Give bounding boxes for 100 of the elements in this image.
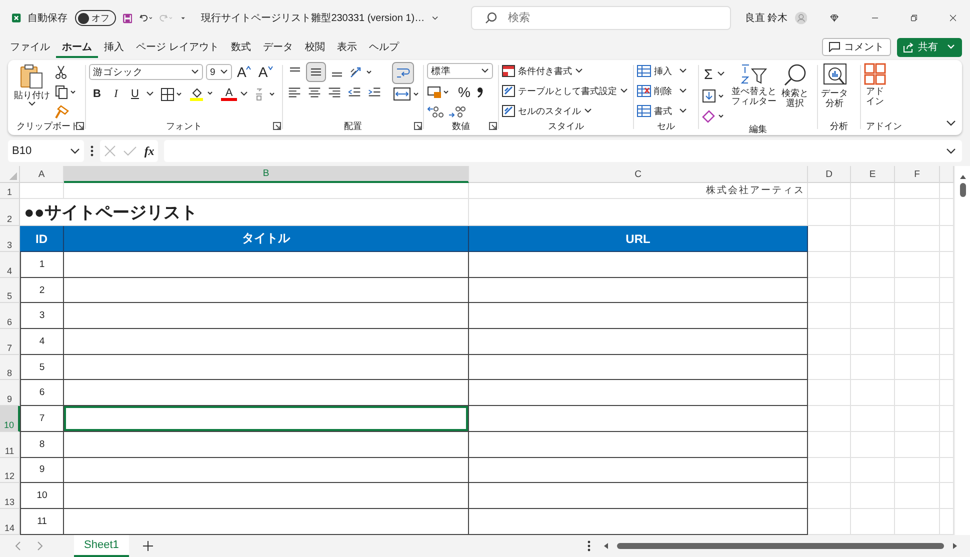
ribbon-tab[interactable]: ホーム xyxy=(56,36,98,58)
italic-button[interactable]: I xyxy=(108,85,124,103)
font-color-button[interactable]: A xyxy=(221,87,237,101)
scroll-right-icon[interactable] xyxy=(952,542,958,550)
row-header[interactable]: 13 xyxy=(0,483,20,509)
column-header[interactable]: B xyxy=(64,166,469,183)
style-menu-button[interactable]: テーブルとして書式設定 xyxy=(502,83,630,99)
table-cell[interactable] xyxy=(64,458,469,484)
cells-menu-button[interactable]: 挿入 xyxy=(637,63,695,79)
caret-icon[interactable] xyxy=(146,91,154,97)
more-options-icon[interactable] xyxy=(587,540,591,552)
style-menu-button[interactable]: 条件付き書式 xyxy=(502,63,630,79)
row-header[interactable]: 5 xyxy=(0,278,20,304)
dialog-launcher-icon[interactable] xyxy=(273,122,281,130)
ribbon-tab[interactable]: ヘルプ xyxy=(362,36,405,58)
search-field[interactable]: 検索 xyxy=(470,6,731,30)
row-header[interactable]: 2 xyxy=(0,199,20,226)
share-button[interactable]: 共有 xyxy=(897,38,962,56)
row-header[interactable]: 1 xyxy=(0,183,20,199)
ribbon-tab[interactable]: 表示 xyxy=(330,36,363,58)
table-cell[interactable] xyxy=(64,329,469,355)
font-name-select[interactable]: 游ゴシック xyxy=(89,64,203,80)
fill-down-icon[interactable] xyxy=(702,89,726,103)
more-options-icon[interactable] xyxy=(90,145,94,157)
decrease-indent-icon[interactable] xyxy=(346,85,363,99)
fill-color-icon[interactable] xyxy=(190,87,214,101)
column-header[interactable]: E xyxy=(851,166,895,183)
increase-indent-icon[interactable] xyxy=(366,85,383,99)
comment-button[interactable]: コメント xyxy=(822,38,891,56)
align-right-icon[interactable] xyxy=(326,85,343,99)
column-header[interactable]: D xyxy=(808,166,851,183)
table-cell[interactable] xyxy=(64,406,469,432)
table-cell[interactable] xyxy=(64,380,469,406)
percent-button[interactable]: % xyxy=(456,83,472,101)
decrease-decimal-icon[interactable] xyxy=(448,105,466,119)
ribbon-tab[interactable]: 数式 xyxy=(224,36,257,58)
table-cell[interactable] xyxy=(64,303,469,330)
expand-icon[interactable] xyxy=(946,147,956,155)
cut-icon[interactable] xyxy=(55,65,67,79)
column-header[interactable]: A xyxy=(20,166,64,183)
caret-icon[interactable] xyxy=(240,91,248,97)
cells-menu-button[interactable]: 削除 xyxy=(637,83,695,99)
addins-button[interactable]: アドイン xyxy=(864,63,886,107)
borders-icon[interactable] xyxy=(161,88,183,100)
align-center-icon[interactable] xyxy=(306,85,323,99)
ribbon-tab[interactable]: 校閲 xyxy=(298,36,331,58)
diamond-icon[interactable] xyxy=(830,12,838,24)
align-left-icon[interactable] xyxy=(286,85,303,99)
column-header[interactable]: C xyxy=(469,166,808,183)
sort-filter-button[interactable]: 並べ替えとフィルター xyxy=(732,63,777,107)
data-analysis-button[interactable]: データ分析 xyxy=(821,63,848,109)
scrollbar-thumb[interactable] xyxy=(960,183,966,197)
row-header[interactable]: 14 xyxy=(0,508,20,535)
phonetic-guide-icon[interactable] xyxy=(255,88,277,100)
close-icon[interactable] xyxy=(950,13,956,23)
underline-button[interactable]: U xyxy=(127,85,143,103)
previous-sheet-icon[interactable] xyxy=(14,541,22,551)
row-header[interactable]: 9 xyxy=(0,380,20,406)
merge-cells-icon[interactable] xyxy=(393,87,421,101)
ribbon-tab[interactable]: 挿入 xyxy=(98,36,130,58)
bold-button[interactable]: B xyxy=(89,85,105,103)
dialog-launcher-icon[interactable] xyxy=(489,122,497,130)
ribbon-tab[interactable]: ページ レイアウト xyxy=(130,36,225,58)
cells-menu-button[interactable]: 書式 xyxy=(637,103,695,119)
row-header[interactable]: 4 xyxy=(0,252,20,278)
scroll-left-icon[interactable] xyxy=(603,542,609,550)
name-box[interactable]: B10 xyxy=(8,140,84,162)
scroll-up-icon[interactable] xyxy=(958,174,966,180)
style-menu-button[interactable]: セルのスタイル xyxy=(502,103,630,119)
dialog-launcher-icon[interactable] xyxy=(414,122,422,130)
insert-function-button[interactable]: fx xyxy=(144,144,154,158)
chevron-down-icon[interactable] xyxy=(432,14,438,22)
table-cell[interactable] xyxy=(64,432,469,458)
table-cell[interactable] xyxy=(64,252,469,278)
shrink-font-button[interactable]: A xyxy=(256,63,275,81)
autosave-toggle[interactable]: オフ xyxy=(74,10,116,26)
row-header[interactable]: 8 xyxy=(0,354,20,380)
increase-decimal-icon[interactable] xyxy=(427,105,445,119)
scrollbar-thumb[interactable] xyxy=(617,543,944,549)
table-cell[interactable] xyxy=(64,483,469,509)
table-cell[interactable] xyxy=(64,354,469,380)
find-select-button[interactable]: 検索と選択 xyxy=(782,63,809,109)
row-header[interactable]: 10 xyxy=(0,406,20,432)
next-sheet-icon[interactable] xyxy=(36,541,44,551)
table-cell[interactable] xyxy=(64,278,469,304)
row-header[interactable]: 12 xyxy=(0,458,20,484)
wrap-text-button[interactable] xyxy=(393,63,413,83)
horizontal-scrollbar[interactable] xyxy=(603,542,958,550)
add-sheet-icon[interactable] xyxy=(142,541,153,551)
formula-input[interactable] xyxy=(164,140,962,162)
row-header[interactable]: 7 xyxy=(0,329,20,355)
copy-icon[interactable] xyxy=(55,85,77,99)
eraser-icon[interactable] xyxy=(702,109,726,123)
document-title[interactable]: 現行サイトページリスト雛型230331 (version 1)… xyxy=(201,11,425,25)
number-format-select[interactable]: 標準 xyxy=(427,63,493,79)
ribbon-tab[interactable]: ファイル xyxy=(4,36,56,58)
column-header[interactable]: F xyxy=(895,166,940,183)
sheet-tab[interactable]: Sheet1 xyxy=(74,535,129,557)
font-size-select[interactable]: 9 xyxy=(206,64,232,80)
restore-icon[interactable] xyxy=(910,13,917,23)
